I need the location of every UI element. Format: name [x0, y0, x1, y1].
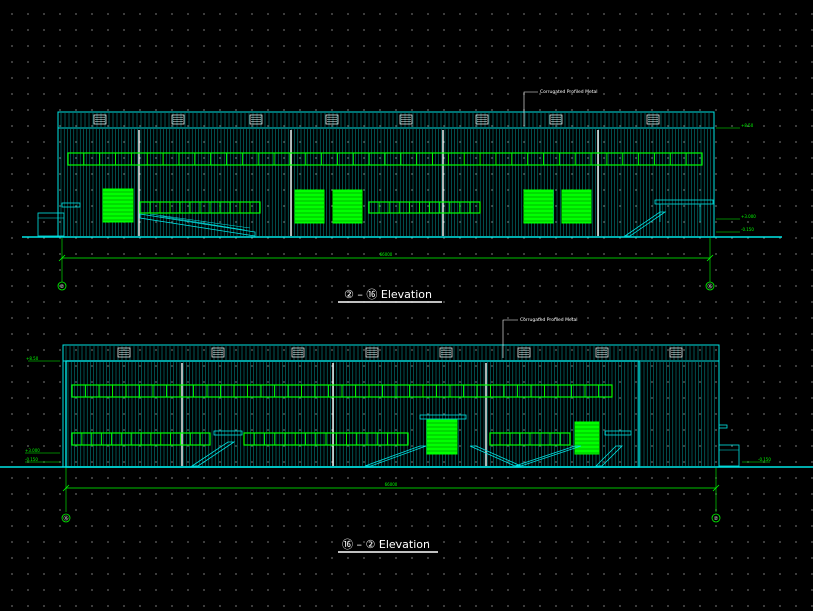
grid-bubble-right: ⑯: [705, 281, 715, 291]
level-label: +3.000: [25, 448, 40, 453]
inner-wall-frame: [65, 360, 640, 468]
svg-text:②: ②: [714, 516, 719, 522]
elevation-bottom: Corrugated Profiled Metal +8.50 +3.000 -…: [0, 317, 813, 553]
level-marks: +8.50 +3.000 -0.150 -0.150: [25, 356, 771, 463]
grid-bubble-left: ②: [57, 281, 67, 291]
level-label: -0.150: [741, 227, 754, 232]
level-marks: +8.50 +3.000 -0.150: [716, 123, 756, 233]
dimension-line: 66000: [58, 238, 714, 282]
dimension-line: 66000: [62, 468, 720, 512]
level-label: -0.150: [758, 457, 771, 462]
cad-drawing-canvas: Corrugated Profiled Metal +8.50 +3.000 -…: [0, 89, 813, 553]
elevation-title-text: ② – ⑯ Elevation: [344, 288, 432, 301]
roller-door: [332, 189, 363, 224]
roller-door: [102, 188, 134, 223]
grid-bubble-right: ②: [711, 513, 721, 523]
dimension-value: 66000: [385, 482, 398, 487]
elevation-title-text: ⑯ – ② Elevation: [342, 538, 430, 551]
level-label: +3.000: [741, 214, 756, 219]
roller-door: [426, 419, 458, 455]
grid-bubble-left: ⑯: [61, 513, 71, 523]
dimension-value: 66000: [380, 252, 393, 257]
material-note-text: Corrugated Profiled Metal: [520, 317, 578, 323]
roller-door: [523, 189, 554, 224]
svg-text:②: ②: [60, 284, 65, 290]
parapet-band: [62, 344, 720, 362]
parapet-vents: [93, 114, 660, 125]
level-label: -0.150: [25, 457, 38, 462]
parapet-band: [57, 111, 715, 129]
roller-door: [294, 189, 325, 224]
parapet-ribs: [65, 346, 715, 360]
window-strip: [368, 201, 481, 214]
svg-text:⑯: ⑯: [63, 515, 68, 522]
elevation-title: ② – ⑯ Elevation: [338, 288, 442, 303]
clerestory-windows: [67, 152, 703, 166]
roller-door: [561, 189, 592, 224]
wall-ribs: [60, 129, 711, 236]
clerestory-windows: [71, 384, 613, 398]
parapet-vents: [117, 347, 683, 358]
material-note-text: Corrugated Profiled Metal: [540, 89, 598, 95]
elevation-title: ⑯ – ② Elevation: [338, 538, 438, 553]
elevation-top: Corrugated Profiled Metal +8.50 +3.000 -…: [22, 89, 782, 303]
svg-text:⑯: ⑯: [707, 283, 712, 290]
level-label: +8.50: [26, 356, 39, 361]
level-label: +8.50: [741, 123, 754, 128]
parapet-ribs: [60, 113, 710, 127]
